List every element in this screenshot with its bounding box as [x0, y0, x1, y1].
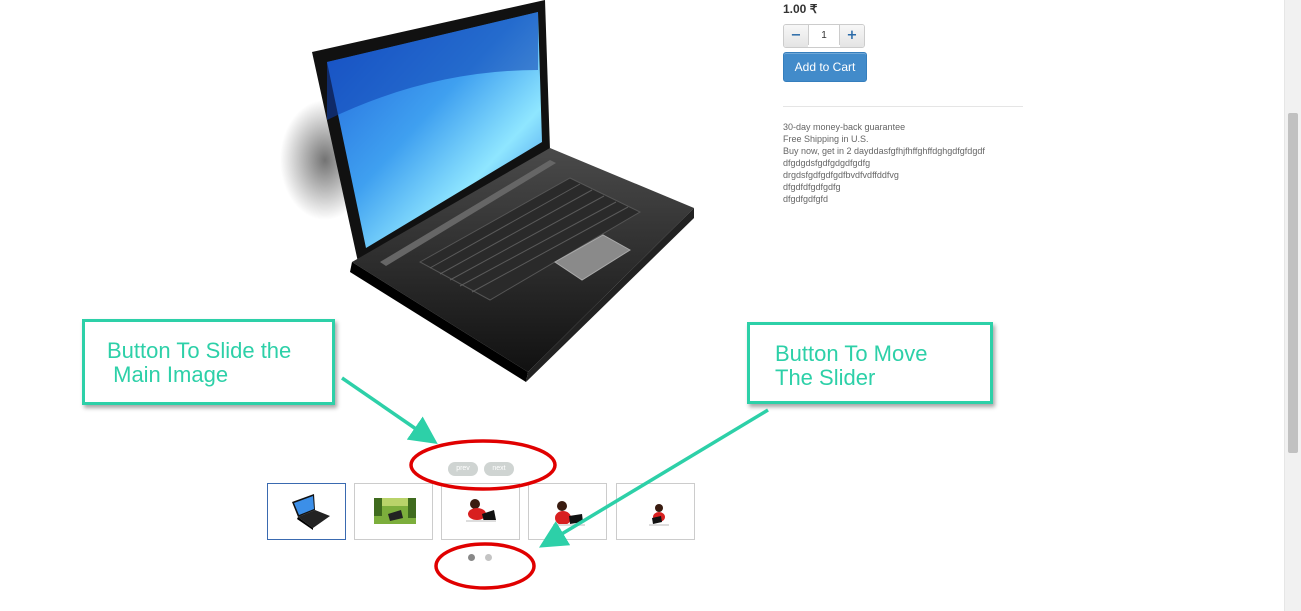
description-line: 30-day money-back guarantee [783, 122, 906, 132]
scrollbar-thumb[interactable] [1288, 113, 1298, 453]
divider [783, 106, 1023, 107]
main-product-image [280, 0, 694, 382]
decrement-button[interactable]: − [784, 25, 808, 47]
thumbnail-woman-laptop-3[interactable] [616, 483, 695, 540]
description-line: drgdsfgdfgdfgdfbvdfvdffddfvg [783, 170, 899, 180]
woman-with-laptop-icon [649, 504, 669, 526]
product-description: 30-day money-back guarantee Free Shippin… [783, 121, 1083, 205]
slider-dot-1[interactable] [468, 554, 475, 561]
thumbnail-woman-laptop-1[interactable] [441, 483, 520, 540]
annotation-text: Main Image [107, 362, 229, 387]
product-page: 1.00 ₹ − + Add to Cart 30-day money-back… [0, 0, 1301, 611]
product-price: 1.00 ₹ [783, 2, 818, 16]
increment-button[interactable]: + [840, 25, 864, 47]
prev-button[interactable]: prev [448, 462, 478, 476]
slider-dot-2[interactable] [485, 554, 492, 561]
highlight-ellipse-prev-next [409, 439, 557, 491]
laptop-on-grass-icon [374, 498, 416, 524]
description-line: dfgdfdfgdfgdfg [783, 182, 841, 192]
description-line: Free Shipping in U.S. [783, 134, 869, 144]
highlight-ellipse-dots [434, 542, 536, 590]
laptop-thumbnail-icon [292, 494, 330, 530]
annotation-text: Button To Slide the [107, 338, 292, 363]
description-line: dfgdfgdfgfd [783, 194, 829, 204]
annotation-arrow [341, 376, 438, 444]
thumbnail-woman-laptop-2[interactable] [528, 483, 607, 540]
next-button[interactable]: next [484, 462, 514, 476]
page-scrollbar[interactable] [1284, 0, 1301, 611]
add-to-cart-button[interactable]: Add to Cart [783, 52, 867, 82]
annotation-move-slider: Button To Move The Slider [747, 322, 993, 404]
woman-with-laptop-icon [553, 501, 585, 526]
annotation-text: Button To Move [775, 341, 928, 366]
quantity-input[interactable] [808, 25, 840, 45]
thumbnail-laptop[interactable] [267, 483, 346, 540]
annotation-text: The Slider [775, 365, 876, 390]
description-line: dfgdgdsfgdfgdgdfgdfg [783, 158, 871, 168]
woman-with-laptop-icon [466, 499, 496, 522]
description-line: Buy now, get in 2 dayddasfgfhjfhffghffdg… [783, 146, 985, 156]
annotation-slide-main-image: Button To Slide the Main Image [82, 319, 335, 405]
quantity-stepper: − + [783, 24, 865, 48]
thumbnail-laptop-on-grass[interactable] [354, 483, 433, 540]
